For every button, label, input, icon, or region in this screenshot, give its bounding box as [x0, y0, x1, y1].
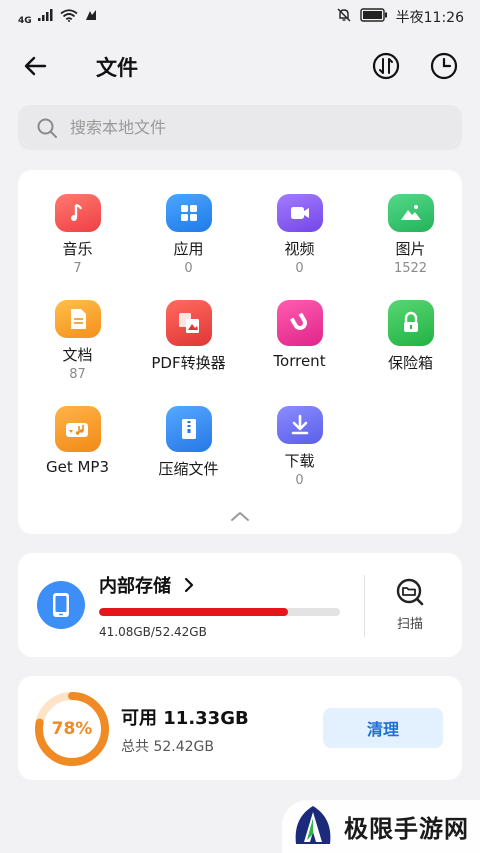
category-label: Get MP3 [45, 458, 110, 476]
phone-icon [37, 581, 85, 629]
recent-button[interactable] [426, 48, 462, 84]
category-label: PDF转换器 [151, 354, 226, 372]
sort-arrows-icon [372, 52, 400, 80]
usage-percent: 78% [51, 719, 93, 739]
wifi-icon [60, 8, 78, 26]
category-count: 87 [69, 367, 86, 382]
clock-icon [430, 52, 458, 80]
storage-usage-bar [99, 608, 340, 616]
battery-icon [359, 8, 388, 26]
category-card: 音乐 7 应用 0 视频 0 图片 1522 文档 87 PDF转换器 Torr… [18, 170, 462, 534]
storage-title-link[interactable]: 内部存储 [99, 572, 195, 598]
category-label: 下载 [284, 452, 315, 470]
category-label: 音乐 [62, 240, 93, 258]
category-label: 保险箱 [387, 354, 433, 372]
get-mp3-icon [54, 406, 101, 452]
app-header: 文件 [0, 38, 480, 94]
category-count: 0 [184, 261, 193, 276]
total-space: 总共 52.42GB [121, 739, 214, 755]
arrow-left-icon [24, 56, 47, 76]
music-icon [54, 194, 101, 232]
folder-search-icon [396, 578, 424, 606]
scan-label: 扫描 [396, 617, 423, 632]
category-get-mp3[interactable]: Get MP3 [22, 382, 133, 488]
storage-title: 内部存储 [99, 576, 171, 597]
back-button[interactable] [20, 50, 52, 82]
apps-icon [165, 194, 212, 232]
category-pdf-converter[interactable]: PDF转换器 [133, 276, 244, 382]
document-icon [54, 300, 101, 338]
pdf-converter-icon [165, 300, 212, 346]
category-video[interactable]: 视频 0 [244, 170, 355, 276]
category-count: 7 [73, 261, 82, 276]
watermark: 极限手游网 [282, 800, 480, 853]
category-count: 1522 [393, 261, 428, 276]
signal-icon [37, 9, 54, 25]
search-bar[interactable] [18, 105, 462, 150]
clean-button[interactable]: 清理 [323, 708, 443, 748]
cleanup-card: 78% 可用 11.33GB 总共 52.42GB 清理 [18, 676, 462, 780]
category-count: 0 [295, 261, 304, 276]
image-icon [387, 194, 434, 232]
status-right: 半夜11:26 [336, 7, 464, 27]
category-images[interactable]: 图片 1522 [355, 170, 466, 276]
sort-button[interactable] [368, 48, 404, 84]
category-label: Torrent [273, 352, 326, 370]
category-label: 文档 [62, 346, 93, 364]
category-label: 压缩文件 [158, 460, 219, 478]
video-icon [276, 194, 323, 232]
divider [364, 575, 365, 637]
search-icon [37, 118, 57, 138]
storage-usage-fill [99, 608, 288, 616]
category-label: 应用 [173, 240, 204, 258]
category-apps[interactable]: 应用 0 [133, 170, 244, 276]
network-type: 4G [18, 16, 32, 26]
chevron-up-icon [231, 512, 249, 521]
watermark-logo-icon [295, 805, 331, 844]
category-downloads[interactable]: 下载 0 [244, 382, 355, 488]
chevron-right-icon [184, 577, 194, 593]
storage-size-text: 41.08GB/52.42GB [99, 625, 207, 639]
archive-icon [165, 406, 212, 452]
status-time: 半夜11:26 [395, 10, 464, 26]
category-torrent[interactable]: Torrent [244, 276, 355, 382]
internal-storage-card[interactable]: 内部存储 41.08GB/52.42GB 扫描 [18, 553, 462, 657]
category-documents[interactable]: 文档 87 [22, 276, 133, 382]
status-left: 4G [18, 8, 98, 26]
available-space: 可用 11.33GB [121, 708, 249, 729]
app-notification-icon [84, 8, 98, 26]
torrent-magnet-icon [276, 300, 323, 346]
category-archives[interactable]: 压缩文件 [133, 382, 244, 488]
category-label: 图片 [395, 240, 426, 258]
scan-button[interactable]: 扫描 [380, 577, 440, 637]
status-bar: 4G 半夜11:26 [0, 0, 480, 34]
category-safe[interactable]: 保险箱 [355, 276, 466, 382]
category-music[interactable]: 音乐 7 [22, 170, 133, 276]
category-label: 视频 [284, 240, 315, 258]
collapse-button[interactable] [224, 506, 256, 526]
search-input[interactable] [70, 118, 430, 137]
category-count: 0 [295, 473, 304, 488]
download-icon [276, 406, 323, 444]
mute-bell-icon [336, 7, 352, 27]
watermark-text: 极限手游网 [344, 814, 469, 843]
safe-lock-icon [387, 300, 434, 346]
page-title: 文件 [96, 56, 138, 80]
